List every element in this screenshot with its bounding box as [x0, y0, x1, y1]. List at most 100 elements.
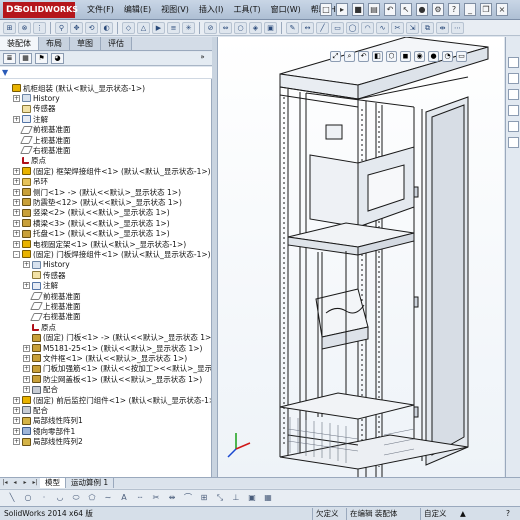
tree-item[interactable]: + 配合 — [13, 405, 48, 415]
unit-dropdown-icon[interactable]: ▲ — [460, 509, 466, 519]
unit-system-status[interactable]: 自定义 — [424, 509, 447, 519]
new-motion-study-icon[interactable]: ▶ — [152, 21, 165, 34]
expand-icon[interactable]: + — [13, 230, 20, 238]
tab-layout[interactable]: 布局 — [39, 37, 70, 50]
undo-icon[interactable]: ↶ — [384, 3, 396, 16]
expand-icon[interactable]: + — [13, 188, 20, 196]
print-icon[interactable]: ▤ — [368, 3, 380, 16]
tree-item[interactable]: + History — [13, 93, 60, 103]
expand-icon[interactable]: + — [13, 406, 20, 414]
tree-item[interactable]: + History — [23, 260, 70, 270]
tree-item[interactable]: 机柜组装 (默认<默认_显示状态-1>) — [3, 83, 145, 93]
spline-icon[interactable]: ∿ — [376, 21, 389, 34]
sketch-centerline-icon[interactable]: ┄ — [134, 492, 146, 504]
tree-item[interactable]: 右视基准面 — [23, 312, 81, 322]
expand-icon[interactable]: + — [23, 282, 30, 290]
display-style-icon[interactable]: ◼ — [400, 51, 411, 62]
view-settings-icon[interactable]: ▭ — [456, 51, 467, 62]
hole-alignment-icon[interactable]: ○ — [234, 21, 247, 34]
graphics-area[interactable] — [218, 37, 504, 477]
tree-item[interactable]: + 侧门<1> -> (默认<<默认>_显示状态 1>) — [13, 187, 181, 197]
apply-scene-icon[interactable]: ◔ — [442, 51, 453, 62]
tree-item[interactable]: + (固定) 框架焊接组件<1> (默认<默认_显示状态-1>) — [13, 166, 211, 176]
expand-icon[interactable]: + — [13, 240, 20, 248]
property-manager-tab-icon[interactable]: ▦ — [19, 53, 32, 64]
new-file-icon[interactable]: □ — [320, 3, 332, 16]
expand-icon[interactable]: + — [23, 365, 30, 373]
tab-model[interactable]: 模型 — [40, 478, 66, 488]
tree-item[interactable]: + 横梁<3> (默认<<默认>_显示状态 1>) — [13, 218, 170, 228]
tree-item[interactable]: + 局部线性阵列2 — [13, 437, 83, 447]
assembly-features-icon[interactable]: ◇ — [122, 21, 135, 34]
circle-icon[interactable]: ◯ — [346, 21, 359, 34]
move-component-icon[interactable]: ✥ — [70, 21, 83, 34]
menu-window[interactable]: 窗口(W) — [270, 3, 302, 17]
tree-item[interactable]: + 托盘<1> (默认<<默认>_显示状态 1>) — [13, 229, 170, 239]
show-hidden-icon[interactable]: ◐ — [100, 21, 113, 34]
sketch-arc-icon[interactable]: ◡ — [54, 492, 66, 504]
exploded-view-icon[interactable]: ✳ — [182, 21, 195, 34]
expand-icon[interactable]: + — [13, 115, 20, 123]
tree-item[interactable]: + 文件框<1> (默认<<默认>_显示状态 1>) — [23, 353, 187, 363]
sketch-circle-icon[interactable]: ○ — [22, 492, 34, 504]
last-tab-icon[interactable]: ▸| — [31, 479, 39, 487]
tree-item[interactable]: 原点 — [23, 322, 56, 332]
menu-tools[interactable]: 工具(T) — [232, 3, 261, 17]
tree-item[interactable]: (固定) 门板<1> -> (默认<<默认>_显示状态 1>) — [23, 333, 211, 343]
sketch-line-icon[interactable]: ╲ — [6, 492, 18, 504]
menu-insert[interactable]: 插入(I) — [198, 3, 225, 17]
sketch-repair-icon[interactable]: ▣ — [246, 492, 258, 504]
file-explorer-icon[interactable] — [508, 89, 519, 100]
next-tab-icon[interactable]: ▸ — [21, 479, 29, 487]
expand-icon[interactable]: + — [13, 209, 20, 217]
trim-icon[interactable]: ✂ — [391, 21, 404, 34]
tree-item[interactable]: 原点 — [13, 156, 46, 166]
status-help-icon[interactable]: ? — [506, 509, 510, 519]
tree-item[interactable]: 前视基准面 — [23, 291, 81, 301]
expand-icon[interactable]: + — [13, 427, 20, 435]
tree-item[interactable]: 右视基准面 — [13, 145, 71, 155]
hide-show-items-icon[interactable]: ◉ — [414, 51, 425, 62]
zoom-area-icon[interactable]: ⌕ — [344, 51, 355, 62]
tree-item[interactable]: + M5181-25<1> (默认<<默认>_显示状态 1>) — [23, 343, 202, 353]
expand-panel-icon[interactable]: » — [196, 53, 209, 64]
tree-item[interactable]: + 镜向零部件1 — [13, 426, 75, 436]
sketch-pattern-icon[interactable]: ⊞ — [198, 492, 210, 504]
expand-icon[interactable]: + — [13, 198, 20, 206]
solidworks-resources-icon[interactable] — [508, 57, 519, 68]
feature-tree-tab-icon[interactable]: ≣ — [3, 53, 16, 64]
tree-item[interactable]: + (固定) 前后监控门组件<1> (默认<默认_显示状态-1>) — [13, 395, 211, 405]
expand-icon[interactable]: + — [13, 167, 20, 175]
tree-item[interactable]: + 注解 — [13, 114, 48, 124]
mirror-icon[interactable]: ⇹ — [436, 21, 449, 34]
custom-properties-icon[interactable] — [508, 137, 519, 148]
expand-icon[interactable]: + — [13, 396, 20, 404]
first-tab-icon[interactable]: |◂ — [1, 479, 9, 487]
bill-of-materials-icon[interactable]: ≡ — [167, 21, 180, 34]
save-icon[interactable]: ■ — [352, 3, 364, 16]
insert-component-icon[interactable]: ⊞ — [3, 21, 16, 34]
sketch-dimension-icon[interactable]: ⤡ — [214, 492, 226, 504]
sketch-icon[interactable]: ✎ — [286, 21, 299, 34]
view-orientation-icon[interactable]: ⬡ — [386, 51, 397, 62]
appearances-icon[interactable] — [508, 121, 519, 132]
tab-motion-study-1[interactable]: 运动算例 1 — [66, 478, 115, 488]
smart-fasteners-icon[interactable]: ⚲ — [55, 21, 68, 34]
configuration-manager-tab-icon[interactable]: ⚑ — [35, 53, 48, 64]
pattern-icon[interactable]: ⋯ — [451, 21, 464, 34]
speedpak-icon[interactable]: ▣ — [264, 21, 277, 34]
open-file-icon[interactable]: ▸ — [336, 3, 348, 16]
sketch-point-icon[interactable]: · — [38, 492, 50, 504]
section-view-icon[interactable]: ◧ — [372, 51, 383, 62]
expand-icon[interactable]: + — [13, 219, 20, 227]
expand-icon[interactable]: + — [13, 178, 20, 186]
sketch-fillet-icon[interactable]: ⌒ — [182, 492, 194, 504]
menu-view[interactable]: 视图(V) — [160, 3, 190, 17]
prev-tab-icon[interactable]: ◂ — [11, 479, 19, 487]
menu-file[interactable]: 文件(F) — [86, 3, 115, 17]
options-icon[interactable]: ⚙ — [432, 3, 444, 16]
reference-geometry-icon[interactable]: △ — [137, 21, 150, 34]
sketch-polygon-icon[interactable]: ⬠ — [86, 492, 98, 504]
expand-icon[interactable]: + — [13, 438, 20, 446]
expand-icon[interactable]: + — [23, 354, 30, 362]
